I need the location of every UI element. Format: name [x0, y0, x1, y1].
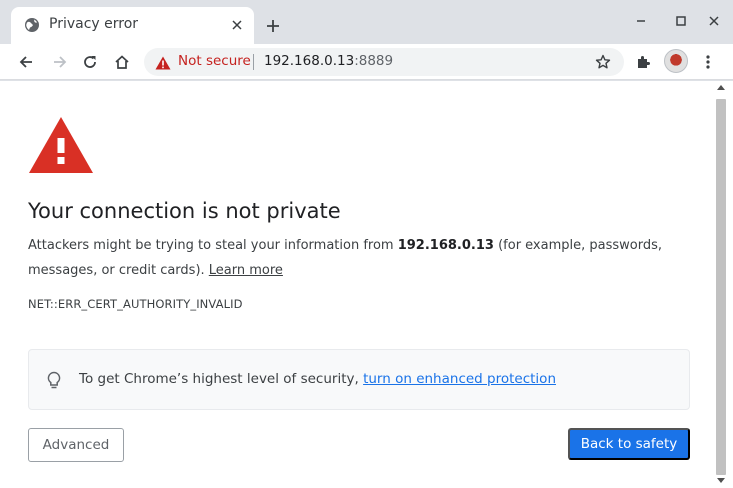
- close-icon[interactable]: [705, 12, 723, 30]
- tab-close-icon[interactable]: [228, 16, 246, 34]
- forward-arrow-icon[interactable]: [48, 50, 72, 74]
- scroll-up-arrow-icon[interactable]: [717, 85, 725, 90]
- extensions-puzzle-icon[interactable]: [631, 50, 655, 74]
- desc-host: 192.168.0.13: [397, 238, 494, 253]
- error-code: NET::ERR_CERT_AUTHORITY_INVALID: [28, 297, 243, 311]
- page-content: Your connection is not private Attackers…: [0, 81, 733, 488]
- home-icon[interactable]: [110, 50, 134, 74]
- large-warning-triangle-icon: [28, 116, 94, 174]
- error-description: Attackers might be trying to steal your …: [28, 233, 668, 283]
- tab-privacy-error[interactable]: Privacy error: [11, 7, 254, 44]
- toolbar: Not secure 192.168.0.13:8889: [0, 44, 733, 80]
- banner-text: To get Chrome’s highest level of securit…: [79, 371, 556, 387]
- tab-strip: Privacy error: [0, 0, 733, 44]
- globe-icon: [24, 17, 40, 33]
- reload-icon[interactable]: [78, 50, 102, 74]
- enhanced-protection-link[interactable]: turn on enhanced protection: [363, 371, 556, 387]
- url-host: 192.168.0.13: [264, 53, 355, 69]
- address-bar[interactable]: Not secure 192.168.0.13:8889: [144, 48, 624, 76]
- back-to-safety-button[interactable]: Back to safety: [568, 428, 690, 460]
- url-text[interactable]: 192.168.0.13:8889: [264, 53, 393, 69]
- menu-kebab-icon[interactable]: [696, 50, 720, 74]
- new-tab-icon[interactable]: [263, 16, 283, 36]
- enhanced-protection-banner: To get Chrome’s highest level of securit…: [28, 349, 690, 410]
- minimize-icon[interactable]: [632, 12, 650, 30]
- url-port: :8889: [354, 53, 394, 69]
- browser-window: Privacy error Not secure 192.168.0.13:88…: [0, 0, 733, 488]
- desc-text-1: Attackers might be trying to steal your …: [28, 238, 398, 253]
- learn-more-link[interactable]: Learn more: [209, 263, 283, 278]
- bookmark-star-icon[interactable]: [593, 52, 613, 72]
- tab-title: Privacy error: [49, 16, 139, 32]
- not-secure-label[interactable]: Not secure: [178, 53, 251, 69]
- profile-avatar[interactable]: [664, 49, 688, 73]
- advanced-button[interactable]: Advanced: [28, 428, 124, 462]
- page-scrollbar[interactable]: [714, 81, 728, 486]
- warning-triangle-icon[interactable]: [155, 55, 171, 70]
- lightbulb-icon: [46, 371, 62, 391]
- scroll-down-arrow-icon[interactable]: [717, 478, 725, 483]
- page-heading: Your connection is not private: [28, 199, 341, 223]
- scrollbar-thumb[interactable]: [716, 99, 726, 475]
- back-arrow-icon[interactable]: [14, 50, 38, 74]
- maximize-icon[interactable]: [672, 12, 690, 30]
- omnibox-divider: [253, 54, 254, 70]
- banner-message: To get Chrome’s highest level of securit…: [79, 371, 364, 387]
